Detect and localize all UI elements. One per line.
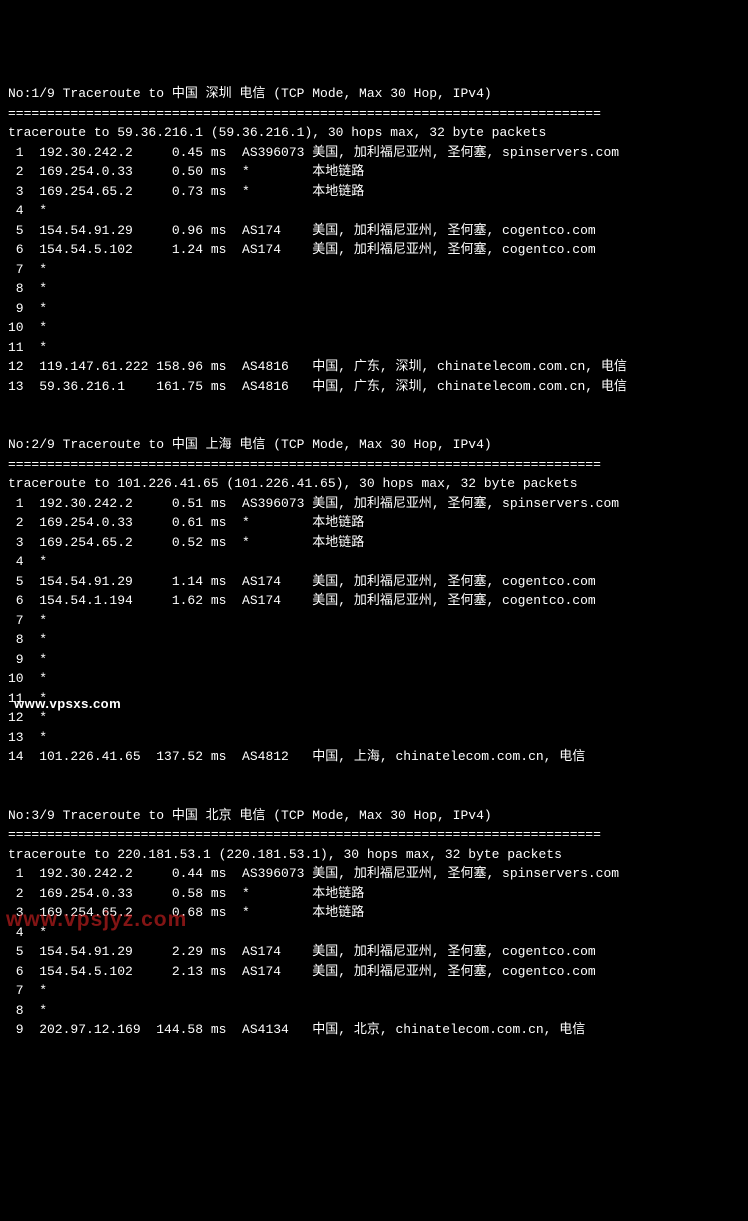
- terminal-line: traceroute to 59.36.216.1 (59.36.216.1),…: [8, 123, 740, 143]
- terminal-line: ========================================…: [8, 455, 740, 475]
- terminal-line: 7 *: [8, 981, 740, 1001]
- terminal-line: 8 *: [8, 1001, 740, 1021]
- terminal-line: 10 *: [8, 669, 740, 689]
- terminal-line: 12 119.147.61.222 158.96 ms AS4816 中国, 广…: [8, 357, 740, 377]
- terminal-line: [8, 396, 740, 416]
- terminal-line: 9 *: [8, 299, 740, 319]
- terminal-line: No:1/9 Traceroute to 中国 深圳 电信 (TCP Mode,…: [8, 84, 740, 104]
- terminal-line: 7 *: [8, 260, 740, 280]
- terminal-line: No:2/9 Traceroute to 中国 上海 电信 (TCP Mode,…: [8, 435, 740, 455]
- terminal-line: 13 *: [8, 728, 740, 748]
- terminal-line: 4 *: [8, 552, 740, 572]
- terminal-line: 3 169.254.65.2 0.52 ms * 本地链路: [8, 533, 740, 553]
- terminal-line: ========================================…: [8, 104, 740, 124]
- terminal-line: 1 192.30.242.2 0.45 ms AS396073 美国, 加利福尼…: [8, 143, 740, 163]
- terminal-line: 6 154.54.5.102 1.24 ms AS174 美国, 加利福尼亚州,…: [8, 240, 740, 260]
- terminal-line: 2 169.254.0.33 0.61 ms * 本地链路: [8, 513, 740, 533]
- terminal-line: [8, 416, 740, 436]
- terminal-line: 6 154.54.5.102 2.13 ms AS174 美国, 加利福尼亚州,…: [8, 962, 740, 982]
- terminal-line: 7 *: [8, 611, 740, 631]
- terminal-line: 5 154.54.91.29 0.96 ms AS174 美国, 加利福尼亚州,…: [8, 221, 740, 241]
- terminal-line: 1 192.30.242.2 0.44 ms AS396073 美国, 加利福尼…: [8, 864, 740, 884]
- terminal-line: [8, 767, 740, 787]
- terminal-line: 11 *: [8, 338, 740, 358]
- terminal-line: 1 192.30.242.2 0.51 ms AS396073 美国, 加利福尼…: [8, 494, 740, 514]
- terminal-line: traceroute to 101.226.41.65 (101.226.41.…: [8, 474, 740, 494]
- terminal-line: 2 169.254.0.33 0.58 ms * 本地链路: [8, 884, 740, 904]
- terminal-line: 3 169.254.65.2 0.73 ms * 本地链路: [8, 182, 740, 202]
- terminal-line: 8 *: [8, 630, 740, 650]
- watermark-vpsxs: www.vpsxs.com: [14, 694, 121, 714]
- terminal-line: 4 *: [8, 201, 740, 221]
- terminal-line: 9 *: [8, 650, 740, 670]
- terminal-line: 6 154.54.1.194 1.62 ms AS174 美国, 加利福尼亚州,…: [8, 591, 740, 611]
- terminal-line: traceroute to 220.181.53.1 (220.181.53.1…: [8, 845, 740, 865]
- terminal-line: [8, 786, 740, 806]
- terminal-line: 9 202.97.12.169 144.58 ms AS4134 中国, 北京,…: [8, 1020, 740, 1040]
- terminal-line: 2 169.254.0.33 0.50 ms * 本地链路: [8, 162, 740, 182]
- terminal-line: [8, 1040, 740, 1060]
- terminal-line: 10 *: [8, 318, 740, 338]
- terminal-line: 5 154.54.91.29 2.29 ms AS174 美国, 加利福尼亚州,…: [8, 942, 740, 962]
- terminal-line: 8 *: [8, 279, 740, 299]
- terminal-line: 13 59.36.216.1 161.75 ms AS4816 中国, 广东, …: [8, 377, 740, 397]
- terminal-line: No:3/9 Traceroute to 中国 北京 电信 (TCP Mode,…: [8, 806, 740, 826]
- terminal-line: 5 154.54.91.29 1.14 ms AS174 美国, 加利福尼亚州,…: [8, 572, 740, 592]
- terminal-line: 14 101.226.41.65 137.52 ms AS4812 中国, 上海…: [8, 747, 740, 767]
- watermark-vpsjyz: www.vpsjyz.com: [6, 904, 187, 936]
- terminal-line: ========================================…: [8, 825, 740, 845]
